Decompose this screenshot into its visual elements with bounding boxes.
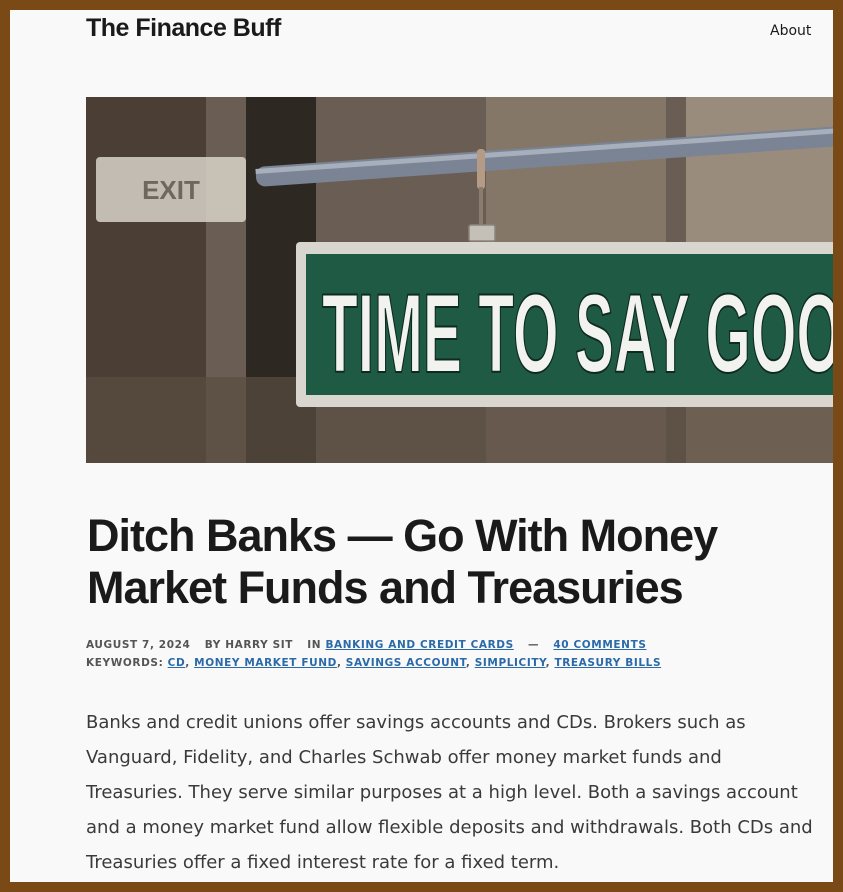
article-meta: AUGUST 7, 2024 BY HARRY SIT IN BANKING A… bbox=[86, 636, 661, 672]
meta-separator: — bbox=[528, 639, 540, 651]
page-frame: The Finance Buff About EXIT TIME TO SAY … bbox=[10, 10, 833, 882]
author-name: HARRY SIT bbox=[225, 639, 294, 651]
keyword-link[interactable]: SIMPLICITY bbox=[475, 657, 546, 669]
sign-hanger bbox=[477, 149, 485, 189]
keywords-label: KEYWORDS: bbox=[86, 657, 164, 669]
hero-illustration: EXIT TIME TO SAY GOO bbox=[86, 97, 833, 463]
keyword-link[interactable]: TREASURY BILLS bbox=[554, 657, 661, 669]
background-sign-text: EXIT bbox=[142, 175, 200, 205]
in-label: IN bbox=[307, 639, 322, 651]
article-meta-line: AUGUST 7, 2024 BY HARRY SIT IN BANKING A… bbox=[86, 636, 661, 654]
keyword-link[interactable]: CD bbox=[168, 657, 186, 669]
keyword-link[interactable]: SAVINGS ACCOUNT bbox=[346, 657, 466, 669]
post-date: AUGUST 7, 2024 bbox=[86, 639, 191, 651]
site-title[interactable]: The Finance Buff bbox=[86, 14, 281, 43]
by-label: BY bbox=[204, 639, 221, 651]
article-intro-paragraph: Banks and credit unions offer savings ac… bbox=[86, 712, 813, 873]
keywords-line: KEYWORDS: CD, MONEY MARKET FUND, SAVINGS… bbox=[86, 657, 662, 669]
hero-image: EXIT TIME TO SAY GOO bbox=[86, 97, 833, 463]
keyword-link[interactable]: MONEY MARKET FUND bbox=[194, 657, 337, 669]
comments-link[interactable]: 40 COMMENTS bbox=[553, 639, 646, 651]
street-sign-text: TIME TO SAY GOO bbox=[322, 271, 833, 396]
article-title: Ditch Banks — Go With Money Market Funds… bbox=[87, 510, 718, 613]
nav-about-link[interactable]: About bbox=[770, 23, 811, 39]
category-link[interactable]: BANKING AND CREDIT CARDS bbox=[325, 639, 513, 651]
